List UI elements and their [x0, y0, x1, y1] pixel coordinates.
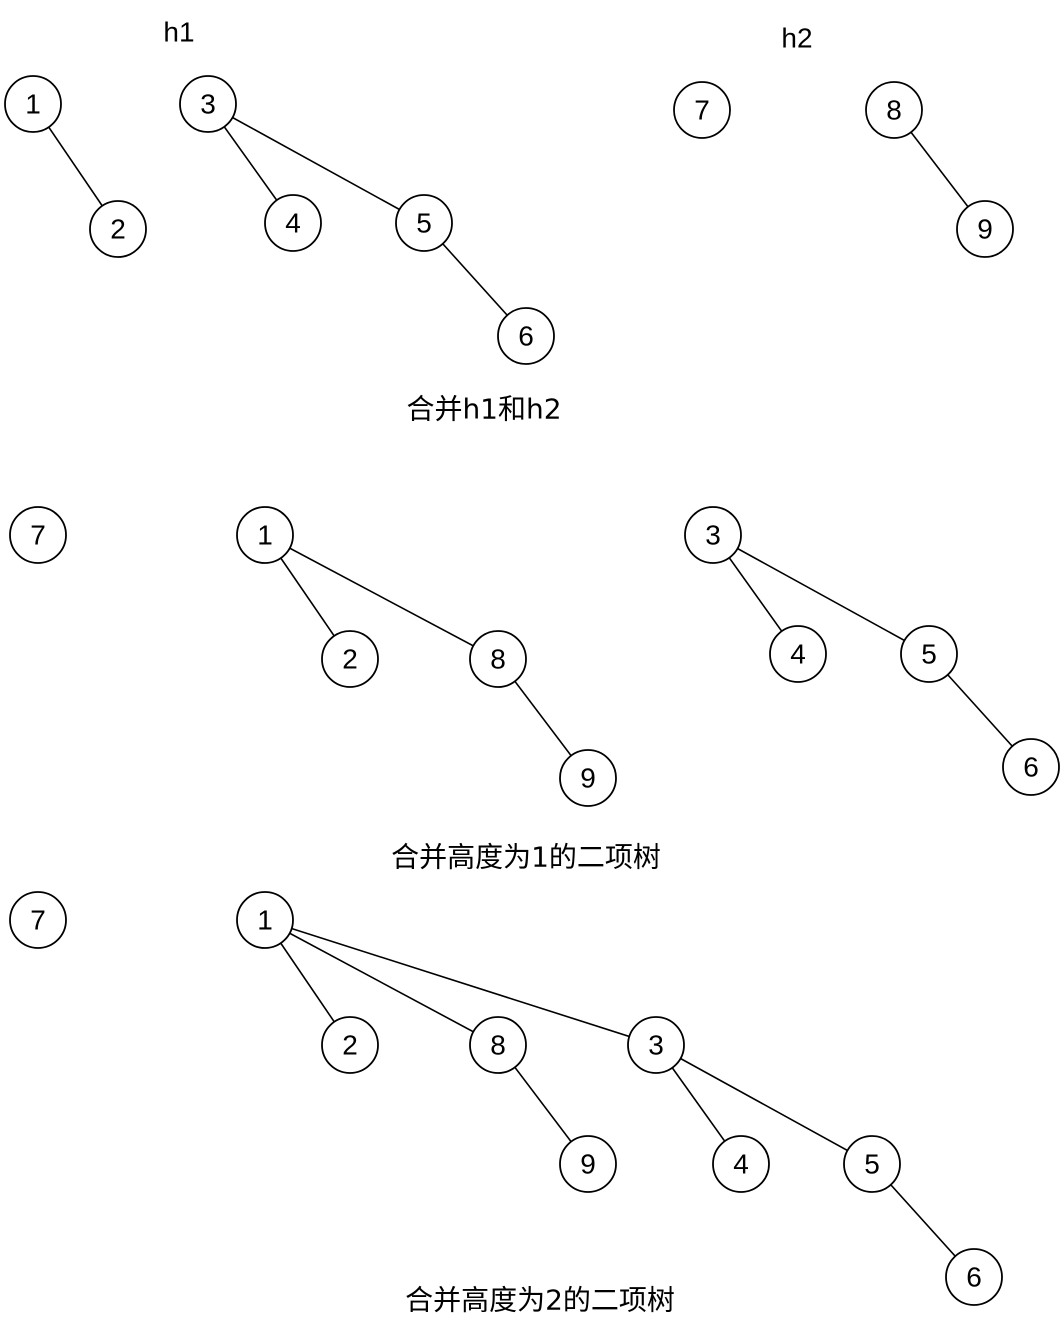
tree-node: 5: [900, 625, 958, 683]
tree-node: 3: [684, 506, 742, 564]
tree-edge: [264, 534, 499, 660]
node-value: 3: [705, 520, 721, 551]
node-value: 5: [921, 639, 937, 670]
node-value: 1: [25, 89, 41, 120]
node-value: 5: [416, 208, 432, 239]
tree-edge: [264, 919, 657, 1046]
node-value: 6: [966, 1262, 982, 1293]
tree-node: 7: [9, 506, 67, 564]
tree-node: 6: [1002, 738, 1060, 796]
node-value: 8: [490, 644, 506, 675]
node-value: 7: [694, 95, 710, 126]
node-value: 4: [790, 639, 806, 670]
tree-node: 6: [497, 307, 555, 365]
tree-node: 3: [179, 75, 237, 133]
tree-node: 8: [469, 630, 527, 688]
node-value: 3: [648, 1030, 664, 1061]
tree-edge: [655, 1044, 873, 1165]
node-value: 1: [257, 520, 273, 551]
node-value: 3: [200, 89, 216, 120]
node-value: 7: [30, 520, 46, 551]
tree-node: 9: [956, 200, 1014, 258]
tree-node: 9: [559, 1135, 617, 1193]
node-value: 1: [257, 905, 273, 936]
node-value: 8: [490, 1030, 506, 1061]
tree-node: 8: [469, 1016, 527, 1074]
tree-edge: [207, 103, 425, 224]
node-value: 9: [580, 1149, 596, 1180]
caption-merge-h1-h2: 合并h1和h2: [406, 393, 561, 426]
tree-node: 4: [264, 194, 322, 252]
tree-node: 1: [236, 506, 294, 564]
node-value: 2: [342, 1030, 358, 1061]
node-value: 2: [342, 644, 358, 675]
tree-node: 7: [673, 81, 731, 139]
caption-merge-height-2: 合并高度为2的二项树: [405, 1284, 675, 1317]
node-value: 6: [1023, 752, 1039, 783]
node-value: 9: [580, 763, 596, 794]
tree-node: 4: [769, 625, 827, 683]
tree-node: 1: [236, 891, 294, 949]
tree-node: 4: [712, 1135, 770, 1193]
tree-node: 9: [559, 749, 617, 807]
node-value: 4: [285, 208, 301, 239]
tree-node: 1: [4, 75, 62, 133]
node-value: 5: [864, 1149, 880, 1180]
tree-edge: [712, 534, 930, 655]
tree-node: 5: [843, 1135, 901, 1193]
heap-label-h2: h2: [781, 23, 812, 54]
tree-node: 2: [89, 200, 147, 258]
tree-node: 6: [945, 1248, 1003, 1306]
tree-node: 2: [321, 630, 379, 688]
edges-layer: [32, 103, 1032, 1278]
node-value: 7: [30, 905, 46, 936]
caption-merge-height-1: 合并高度为1的二项树: [391, 841, 661, 874]
node-value: 8: [886, 95, 902, 126]
tree-node: 5: [395, 194, 453, 252]
node-value: 6: [518, 321, 534, 352]
node-value: 2: [110, 214, 126, 245]
node-value: 4: [733, 1149, 749, 1180]
nodes-layer: 1 2 3 4 5 6 7 8 9 7 1 2 8 9 3 4 5 6 7 1 2 8 9 3 4 5 6: [4, 75, 1060, 1306]
tree-node: 3: [627, 1016, 685, 1074]
heap-label-h1: h1: [163, 17, 194, 48]
binomial-heap-merge-diagram: 1 2 3 4 5 6 7 8 9 7 1 2 8 9 3 4 5 6 7 1 2 8 9 3 4 5 6 h1 h2 合并h1和h…: [4, 17, 1060, 1317]
node-value: 9: [977, 214, 993, 245]
tree-node: 2: [321, 1016, 379, 1074]
tree-node: 7: [9, 891, 67, 949]
tree-node: 8: [865, 81, 923, 139]
